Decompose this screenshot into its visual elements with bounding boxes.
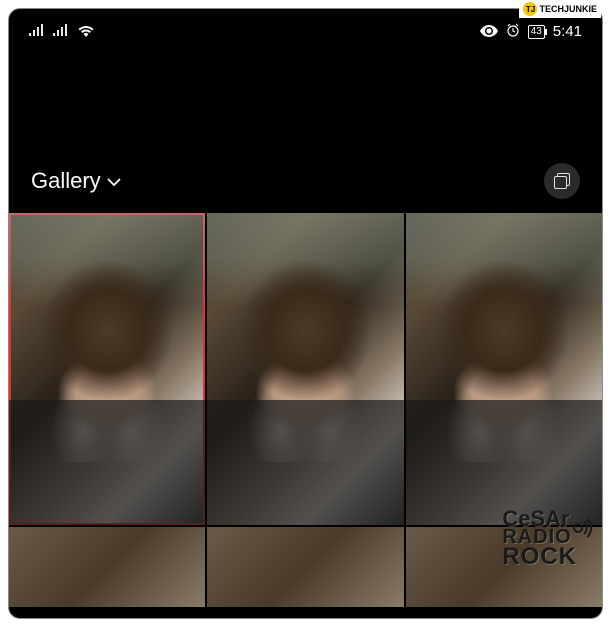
photo-content (425, 260, 582, 463)
device-frame: 43 5:41 Gallery CeSAr (8, 8, 603, 619)
status-left-group (29, 23, 95, 40)
photo-thumbnail-1[interactable] (9, 213, 205, 525)
multi-select-button[interactable] (544, 163, 580, 199)
gallery-header: Gallery (9, 153, 602, 213)
alarm-icon (506, 23, 520, 40)
multi-select-icon (554, 173, 570, 189)
eye-comfort-icon (480, 24, 498, 40)
signal-icon-2 (53, 24, 67, 39)
cesar-wm-line3: ROCK (502, 546, 577, 568)
photo-thumbnail-4[interactable] (9, 527, 205, 607)
cesar-radio-rock-watermark: CeSAr RADIO ROCK (502, 509, 577, 568)
wifi-icon (77, 23, 95, 40)
chevron-down-icon (107, 174, 121, 190)
photo-content (227, 260, 384, 463)
photo-grid (9, 213, 602, 525)
photo-thumbnail-3[interactable] (406, 213, 602, 525)
battery-percent-text: 43 (531, 26, 542, 37)
photo-content (29, 260, 186, 463)
clock-time: 5:41 (553, 23, 582, 40)
radio-signal-icon (564, 514, 592, 542)
content-top-spacer (9, 48, 602, 153)
techjunkie-brand-text: TECHJUNKIE (539, 4, 597, 14)
battery-indicator: 43 (528, 25, 545, 39)
status-bar: 43 5:41 (9, 9, 602, 48)
photo-thumbnail-5[interactable] (207, 527, 403, 607)
techjunkie-watermark: TJ TECHJUNKIE (519, 0, 601, 18)
photo-thumbnail-2[interactable] (207, 213, 403, 525)
signal-icon-1 (29, 24, 43, 39)
gallery-title-text: Gallery (31, 168, 101, 194)
status-right-group: 43 5:41 (480, 23, 582, 40)
gallery-dropdown[interactable]: Gallery (31, 168, 121, 194)
tj-logo-icon: TJ (523, 2, 537, 16)
